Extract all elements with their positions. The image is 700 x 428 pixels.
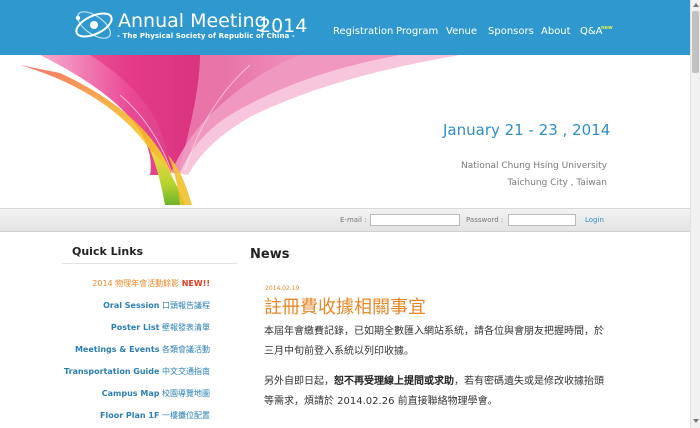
email-input[interactable] [370, 214, 460, 226]
quick-link-gallery[interactable]: 2014 物理年會活動餘影 NEW!! [92, 278, 210, 289]
news-paragraph-1: 本屆年會繳費記錄，已如期全數匯入網站系統，請各位與會朋友把握時間，於三月中旬前登… [264, 326, 604, 357]
nav-registration[interactable]: Registration [333, 26, 393, 37]
page-scrollbar[interactable] [690, 0, 700, 428]
quick-link-meetings[interactable]: Meetings & Events 各類會議活動 [75, 344, 210, 355]
scroll-down-icon[interactable] [693, 419, 699, 423]
nav-sponsors[interactable]: Sponsors [488, 26, 534, 37]
venue-university: National Chung Hsing University [461, 161, 607, 171]
login-bar: E-mail : Password : Login [0, 208, 690, 232]
quick-link-floor-plan[interactable]: Floor Plan 1F 一樓攤位配置 [100, 410, 210, 421]
new-badge: new [601, 25, 613, 31]
nav-about[interactable]: About [541, 26, 571, 37]
password-label: Password : [466, 216, 504, 224]
email-label: E-mail : [340, 216, 367, 224]
quick-links-title: Quick Links [72, 245, 144, 258]
quick-links-divider [62, 263, 237, 264]
news-headline[interactable]: 註冊費收據相關事宜 [264, 293, 426, 319]
quick-link-campus-map[interactable]: Campus Map 校園導覽地圖 [102, 388, 210, 399]
news-emphasis: 恕不再受理線上提問或求助 [334, 376, 454, 387]
ribbon-artwork [20, 55, 460, 205]
site-header: Annual Meeting 2014 - The Physical Socie… [0, 0, 690, 55]
hero-banner: January 21 - 23 , 2014 National Chung Hs… [0, 55, 690, 208]
news-paragraph-2: 另外自即日起，恕不再受理線上提問或求助，若有密碼遺失或是修改收據抬頭等需求，煩請… [264, 376, 604, 407]
nav-venue[interactable]: Venue [446, 26, 477, 37]
news-title: News [250, 247, 290, 262]
quick-link-poster-list[interactable]: Poster List 壁報發表清單 [111, 322, 210, 333]
nav-program[interactable]: Program [396, 26, 438, 37]
news-date: 2014.02.19 [265, 285, 300, 292]
login-button[interactable]: Login [585, 216, 604, 224]
atom-logo-icon [75, 11, 113, 39]
event-date: January 21 - 23 , 2014 [443, 121, 611, 139]
venue-city: Taichung City , Taiwan [507, 178, 607, 188]
quick-link-transportation[interactable]: Transportation Guide 中文交通指南 [64, 366, 210, 377]
quick-link-oral-session[interactable]: Oral Session 口頭報告議程 [103, 300, 210, 311]
nav-qa[interactable]: Q&A [580, 26, 603, 37]
password-input[interactable] [508, 214, 576, 226]
site-subtitle: - The Physical Society of Republic of Ch… [117, 32, 295, 40]
new-label: NEW!! [181, 279, 210, 288]
scroll-up-icon[interactable] [693, 3, 699, 7]
site-title: Annual Meeting [118, 10, 267, 32]
scroll-thumb[interactable] [692, 11, 699, 73]
